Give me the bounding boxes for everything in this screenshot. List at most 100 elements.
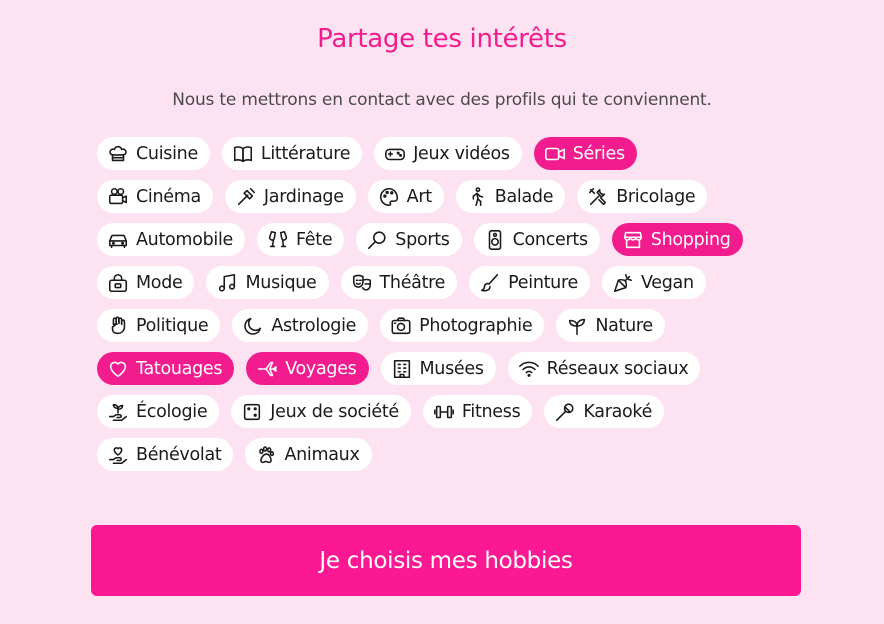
- interest-chip-label: Fitness: [461, 401, 521, 422]
- interest-chip-voyages[interactable]: Voyages: [246, 352, 369, 385]
- interest-chip-cuisine[interactable]: Cuisine: [97, 137, 210, 170]
- interest-chip-fete[interactable]: Fête: [256, 223, 345, 256]
- music-note-icon: [216, 272, 238, 294]
- car-icon: [107, 229, 129, 251]
- interest-chip-label: Art: [406, 186, 432, 207]
- heart-icon: [107, 358, 129, 380]
- interest-chip-vegan[interactable]: Vegan: [601, 266, 706, 299]
- interest-chip-label: Photographie: [419, 315, 533, 336]
- interest-chip-art[interactable]: Art: [367, 180, 444, 213]
- walking-person-icon: [466, 186, 488, 208]
- interest-chip-label: Bricolage: [616, 186, 696, 207]
- interest-chip-ecologie[interactable]: Écologie: [97, 395, 220, 428]
- interest-chip-label: Jeux de société: [270, 401, 399, 422]
- interest-chip-jeux-videos[interactable]: Jeux vidéos: [374, 137, 522, 170]
- interest-chip-animaux[interactable]: Animaux: [245, 438, 372, 471]
- theater-masks-icon: [351, 272, 373, 294]
- interest-chip-politique[interactable]: Politique: [97, 309, 221, 342]
- interest-chip-cinema[interactable]: Cinéma: [97, 180, 213, 213]
- gamepad-icon: [384, 143, 406, 165]
- dumbbell-icon: [433, 401, 455, 423]
- interest-chip-label: Politique: [136, 315, 209, 336]
- interest-chip-label: Animaux: [284, 444, 360, 465]
- paintbrush-icon: [479, 272, 501, 294]
- interest-chip-label: Shopping: [650, 229, 731, 250]
- interest-row: Mode Musique Théâtre Peinture Vegan: [97, 266, 797, 299]
- interest-chip-musees[interactable]: Musées: [380, 352, 496, 385]
- interest-chip-musique[interactable]: Musique: [206, 266, 329, 299]
- airplane-icon: [256, 358, 278, 380]
- interest-chip-astrologie[interactable]: Astrologie: [232, 309, 369, 342]
- interest-chip-photographie[interactable]: Photographie: [380, 309, 545, 342]
- interest-row: Bénévolat Animaux: [97, 438, 797, 471]
- interest-chip-mode[interactable]: Mode: [97, 266, 195, 299]
- interest-chip-benevolat[interactable]: Bénévolat: [97, 438, 234, 471]
- building-icon: [391, 358, 413, 380]
- raised-fist-icon: [107, 315, 129, 337]
- page-title: Partage tes intérêts: [317, 24, 567, 54]
- interest-chip-litterature[interactable]: Littérature: [221, 137, 363, 170]
- interest-chip-reseaux-sociaux[interactable]: Réseaux sociaux: [507, 352, 701, 385]
- shovel-icon: [235, 186, 257, 208]
- interests-page: Partage tes intérêts Nous te mettrons en…: [0, 0, 884, 624]
- interest-chip-label: Jardinage: [263, 186, 344, 207]
- interest-row: Cuisine Littérature Jeux vidéos Séries: [97, 137, 797, 170]
- interest-chip-peinture[interactable]: Peinture: [469, 266, 590, 299]
- interest-chip-jeux-de-societe[interactable]: Jeux de société: [231, 395, 411, 428]
- tools-icon: [587, 186, 609, 208]
- interest-chip-fitness[interactable]: Fitness: [422, 395, 533, 428]
- storefront-icon: [622, 229, 644, 251]
- interest-chip-label: Musées: [419, 358, 484, 379]
- champagne-glasses-icon: [267, 229, 289, 251]
- interest-chip-label: Voyages: [285, 358, 357, 379]
- chef-hat-icon: [107, 143, 129, 165]
- interest-chip-label: Séries: [572, 143, 625, 164]
- interest-chip-shopping[interactable]: Shopping: [611, 223, 743, 256]
- interest-chip-label: Écologie: [136, 401, 208, 422]
- page-subtitle: Nous te mettrons en contact avec des pro…: [172, 90, 712, 110]
- handbag-icon: [107, 272, 129, 294]
- interest-chip-label: Jeux vidéos: [413, 143, 510, 164]
- interest-chip-jardinage[interactable]: Jardinage: [224, 180, 356, 213]
- interest-chip-label: Concerts: [512, 229, 588, 250]
- paw-icon: [255, 444, 277, 466]
- interest-chip-tatouages[interactable]: Tatouages: [97, 352, 235, 385]
- interest-row: Cinéma Jardinage Art Balade Bricolage: [97, 180, 797, 213]
- interest-row: Automobile Fête Sports Concerts Shopping: [97, 223, 797, 256]
- camera-icon: [390, 315, 412, 337]
- video-camera-icon: [544, 143, 566, 165]
- interest-chip-label: Astrologie: [271, 315, 357, 336]
- moon-icon: [242, 315, 264, 337]
- film-projector-icon: [107, 186, 129, 208]
- palette-icon: [378, 186, 400, 208]
- interest-chip-balade[interactable]: Balade: [455, 180, 566, 213]
- interest-chip-label: Musique: [245, 272, 317, 293]
- choose-hobbies-button[interactable]: Je choisis mes hobbies: [91, 525, 801, 596]
- interest-chip-karaoke[interactable]: Karaoké: [544, 395, 665, 428]
- interest-chip-label: Karaoké: [583, 401, 653, 422]
- interest-chip-sports[interactable]: Sports: [356, 223, 462, 256]
- plant-in-hand-icon: [107, 401, 129, 423]
- carrot-icon: [612, 272, 634, 294]
- interest-chip-automobile[interactable]: Automobile: [97, 223, 245, 256]
- interest-chip-label: Sports: [395, 229, 450, 250]
- interest-chip-label: Peinture: [508, 272, 578, 293]
- sprout-icon: [566, 315, 588, 337]
- racket-icon: [366, 229, 388, 251]
- interest-chip-label: Mode: [136, 272, 183, 293]
- book-icon: [232, 143, 254, 165]
- interest-chip-label: Littérature: [260, 143, 351, 164]
- interest-chip-series[interactable]: Séries: [533, 137, 637, 170]
- interest-chip-theatre[interactable]: Théâtre: [340, 266, 458, 299]
- interest-chip-label: Nature: [595, 315, 653, 336]
- interest-chip-list: Cuisine Littérature Jeux vidéos Séries Ciném…: [97, 137, 797, 481]
- interest-chip-label: Cuisine: [136, 143, 198, 164]
- interest-chip-label: Théâtre: [379, 272, 446, 293]
- interest-chip-nature[interactable]: Nature: [556, 309, 665, 342]
- interest-chip-concerts[interactable]: Concerts: [473, 223, 600, 256]
- speaker-icon: [484, 229, 506, 251]
- interest-row: Écologie Jeux de société Fitness Karaoké: [97, 395, 797, 428]
- interest-chip-bricolage[interactable]: Bricolage: [577, 180, 708, 213]
- heart-in-hand-icon: [107, 444, 129, 466]
- interest-chip-label: Vegan: [640, 272, 694, 293]
